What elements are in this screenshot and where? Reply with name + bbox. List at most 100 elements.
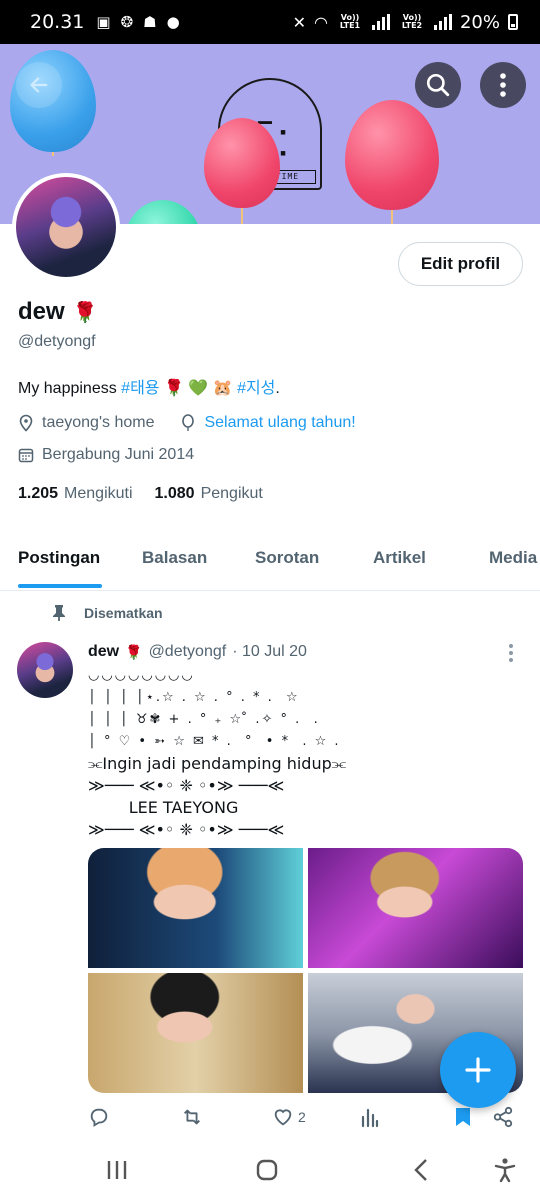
post-author[interactable]: dew (88, 643, 119, 661)
followers-link[interactable]: 1.080 Pengikut (155, 485, 263, 503)
post-text-line: ≫─── ≪•◦ ❈ ◦•≫ ───≪ (88, 820, 285, 839)
bar-chart-icon (361, 1108, 379, 1128)
assistant-icon: ❂ (120, 13, 134, 31)
following-count: 1.205 (18, 485, 59, 502)
post-date[interactable]: · 10 Jul 20 (232, 643, 307, 661)
back-arrow-icon (30, 77, 48, 93)
post-text-line: ⫘Ingin jadi pendamping hidup⫘ (88, 754, 347, 773)
clock: 20.31 (30, 11, 85, 33)
post-photo[interactable] (88, 973, 303, 1093)
android-nav-bar (0, 1140, 540, 1200)
location-text: taeyong's home (42, 414, 155, 431)
post-photo[interactable] (88, 848, 303, 968)
more-vertical-icon (500, 73, 506, 97)
followers-label: Pengikut (200, 485, 263, 502)
hashtag-link[interactable]: #태용 (121, 380, 159, 397)
joined-row: Bergabung Juni 2014 (18, 446, 194, 464)
gallery-icon: ▣ (96, 13, 111, 31)
back-chevron-icon (414, 1159, 427, 1181)
tab-artikel[interactable]: Artikel (373, 548, 426, 568)
pinned-label: Disematkan (84, 605, 163, 621)
pin-icon (53, 605, 65, 621)
post-header: dew 🌹 @detyongf · 10 Jul 20 (88, 643, 307, 661)
edit-profile-button[interactable]: Edit profil (398, 242, 523, 286)
reply-button[interactable] (88, 1106, 110, 1128)
bookmark-icon (456, 1108, 470, 1126)
post-deco-line: │ │ │ │⋆.☆ . ☆ . ° . * . ☆ (88, 690, 300, 705)
bookmark-button[interactable] (454, 1106, 472, 1128)
tab-media[interactable]: Media (489, 548, 537, 568)
lte2-indicator: Vo)) LTE2 (401, 13, 423, 30)
search-icon (426, 73, 450, 97)
following-label: Mengikuti (64, 485, 133, 502)
back-nav-button[interactable] (404, 1152, 438, 1188)
bio-end: . (275, 380, 280, 397)
app-icon: ☗ (143, 13, 157, 31)
profile-tabs: Postingan Balasan Sorotan Artikel Media (0, 536, 540, 591)
post-avatar[interactable] (17, 642, 73, 698)
post-text-line: ≫─── ≪•◦ ❈ ◦•≫ ───≪ (88, 776, 285, 795)
profile-meta-row: taeyong's home Selamat ulang tahun! (18, 414, 356, 432)
tab-sorotan[interactable]: Sorotan (255, 548, 319, 568)
post-deco-line: ◡◡◡◡◡◡◡◡ (88, 668, 195, 683)
post-text-line: LEE TAEYONG (88, 798, 239, 817)
rose-emoji: 🌹 (72, 301, 98, 324)
followers-count: 1.080 (154, 485, 195, 502)
bio-emojis: 🌹 💚 🐹 (159, 380, 238, 397)
reply-icon (90, 1108, 108, 1127)
home-icon (256, 1159, 278, 1181)
status-bar: 20.31 ▣ ❂ ☗ ● ✕ ◠ Vo)) LTE1 Vo)) LTE2 20… (0, 0, 540, 44)
profile-bio: My happiness #태용 🌹 💚 🐹 #지성. (18, 374, 280, 398)
wifi-icon: ◠ (314, 12, 328, 32)
share-icon (493, 1106, 513, 1128)
home-button[interactable] (250, 1152, 284, 1188)
pink-balloon (345, 100, 439, 210)
following-link[interactable]: 1.205 Mengikuti (18, 485, 133, 503)
lte1-indicator: Vo)) LTE1 (339, 13, 361, 30)
profile-avatar[interactable] (12, 173, 120, 281)
green-balloon (124, 200, 202, 224)
profile-name: dew 🌹 (18, 298, 98, 326)
accessibility-icon (494, 1158, 516, 1183)
battery-level: 20% (459, 11, 500, 33)
like-count: 2 (298, 1109, 306, 1125)
repost-icon (184, 1109, 200, 1125)
balloon-icon (182, 414, 195, 431)
back-button[interactable] (16, 62, 62, 108)
mute-icon: ✕ (292, 12, 307, 32)
birthday-link[interactable]: Selamat ulang tahun! (204, 414, 355, 432)
plus-icon (465, 1057, 491, 1083)
tab-balasan[interactable]: Balasan (142, 548, 207, 568)
views-button[interactable] (360, 1106, 380, 1128)
pinned-indicator: Disematkan (52, 604, 163, 622)
location-icon (19, 414, 33, 432)
post-author-emoji: 🌹 (125, 643, 143, 660)
like-button[interactable]: 2 (272, 1106, 306, 1128)
profile-handle: @detyongf (18, 333, 96, 350)
active-tab-indicator (18, 584, 102, 588)
post-handle[interactable]: @detyongf (149, 643, 227, 661)
heart-icon (274, 1109, 292, 1126)
post-deco-line: │ │ │ ♉✾ + . ° ₊ ☆ ̊ .✧ ° . . (88, 712, 320, 727)
dot-icon: ● (166, 13, 180, 31)
bio-text: My happiness (18, 380, 122, 397)
tab-postingan[interactable]: Postingan (18, 548, 100, 568)
hashtag-link[interactable]: #지성 (237, 380, 275, 397)
accessibility-button[interactable] (488, 1152, 522, 1188)
post-deco-line: │ ° ♡ • ➳ ☆ ✉ * . ° • * . ☆ . (88, 734, 341, 749)
joined-text: Bergabung Juni 2014 (42, 446, 195, 463)
calendar-icon (18, 448, 34, 463)
post-more-button[interactable] (501, 640, 521, 666)
post-photo[interactable] (308, 848, 523, 968)
search-button[interactable] (415, 62, 461, 108)
share-button[interactable] (492, 1106, 514, 1128)
follow-stats: 1.205 Mengikuti 1.080 Pengikut (18, 485, 263, 503)
pink-balloon (204, 118, 280, 208)
repost-button[interactable] (180, 1106, 204, 1128)
compose-button[interactable] (440, 1032, 516, 1108)
recent-apps-button[interactable] (100, 1152, 134, 1188)
more-options-button[interactable] (480, 62, 526, 108)
recent-apps-icon (107, 1161, 127, 1179)
battery-icon (508, 14, 518, 30)
post-actions: 2 (0, 1100, 540, 1136)
